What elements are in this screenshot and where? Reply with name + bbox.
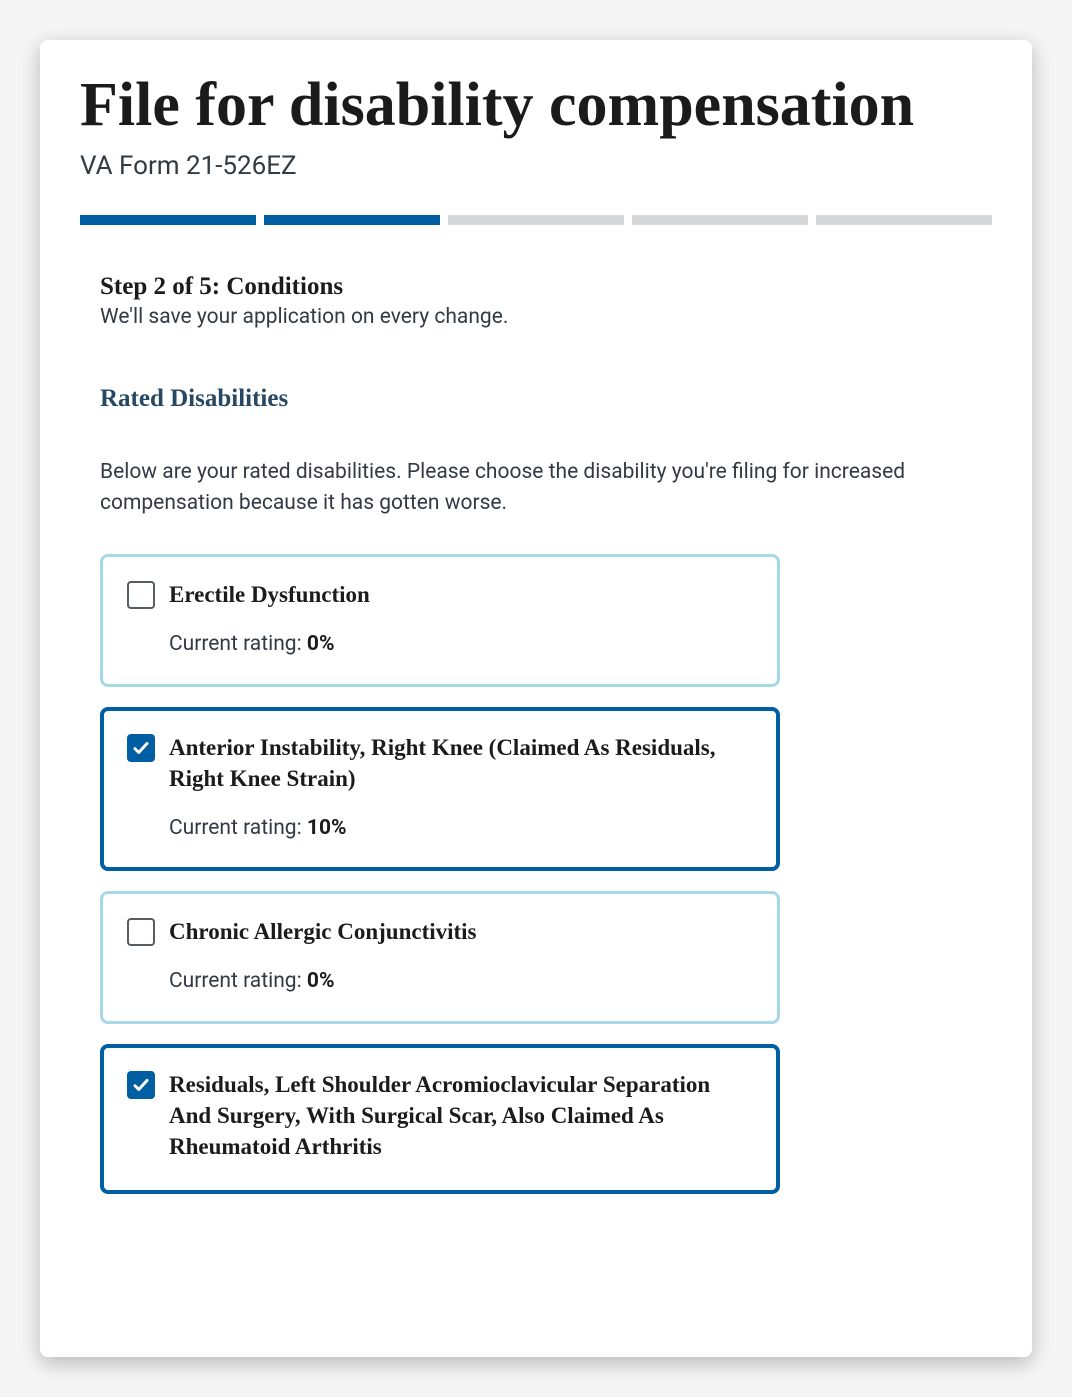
check-icon	[132, 1076, 150, 1094]
check-icon	[132, 739, 150, 757]
form-page: File for disability compensation VA Form…	[40, 40, 1032, 1357]
disability-label: Anterior Instability, Right Knee (Claime…	[169, 732, 753, 794]
rating-value: 10%	[307, 816, 347, 840]
progress-step-4	[632, 215, 808, 225]
progress-step-5	[816, 215, 992, 225]
disability-card[interactable]: Chronic Allergic Conjunctivitis Current …	[100, 891, 780, 1024]
disability-rating: Current rating: 0%	[169, 632, 753, 656]
rating-prefix: Current rating:	[169, 969, 307, 993]
disability-list: Erectile Dysfunction Current rating: 0% …	[100, 554, 780, 1193]
card-head: Chronic Allergic Conjunctivitis	[127, 916, 753, 947]
disability-checkbox[interactable]	[127, 918, 155, 946]
disability-checkbox[interactable]	[127, 1071, 155, 1099]
rating-value: 0%	[307, 969, 335, 993]
disability-label: Residuals, Left Shoulder Acromioclavicul…	[169, 1069, 753, 1162]
disability-label: Erectile Dysfunction	[169, 579, 370, 610]
section-intro: Below are your rated disabilities. Pleas…	[100, 457, 972, 518]
progress-step-2	[264, 215, 440, 225]
page-title: File for disability compensation	[80, 70, 992, 141]
rating-prefix: Current rating:	[169, 816, 307, 840]
form-number: VA Form 21-526EZ	[80, 151, 992, 181]
disability-card[interactable]: Residuals, Left Shoulder Acromioclavicul…	[100, 1044, 780, 1193]
progress-bar	[80, 215, 992, 225]
section-heading: Rated Disabilities	[100, 385, 972, 413]
disability-label: Chronic Allergic Conjunctivitis	[169, 916, 477, 947]
card-head: Residuals, Left Shoulder Acromioclavicul…	[127, 1069, 753, 1162]
disability-checkbox[interactable]	[127, 581, 155, 609]
disability-checkbox[interactable]	[127, 734, 155, 762]
card-head: Erectile Dysfunction	[127, 579, 753, 610]
disability-rating: Current rating: 10%	[169, 816, 753, 840]
card-head: Anterior Instability, Right Knee (Claime…	[127, 732, 753, 794]
step-block: Step 2 of 5: Conditions We'll save your …	[80, 273, 992, 1193]
disability-card[interactable]: Erectile Dysfunction Current rating: 0%	[100, 554, 780, 687]
progress-step-3	[448, 215, 624, 225]
progress-step-1	[80, 215, 256, 225]
disability-rating: Current rating: 0%	[169, 969, 753, 993]
autosave-note: We'll save your application on every cha…	[100, 305, 972, 329]
rating-prefix: Current rating:	[169, 632, 307, 656]
disability-card[interactable]: Anterior Instability, Right Knee (Claime…	[100, 707, 780, 871]
step-title: Step 2 of 5: Conditions	[100, 273, 972, 301]
rating-value: 0%	[307, 632, 335, 656]
